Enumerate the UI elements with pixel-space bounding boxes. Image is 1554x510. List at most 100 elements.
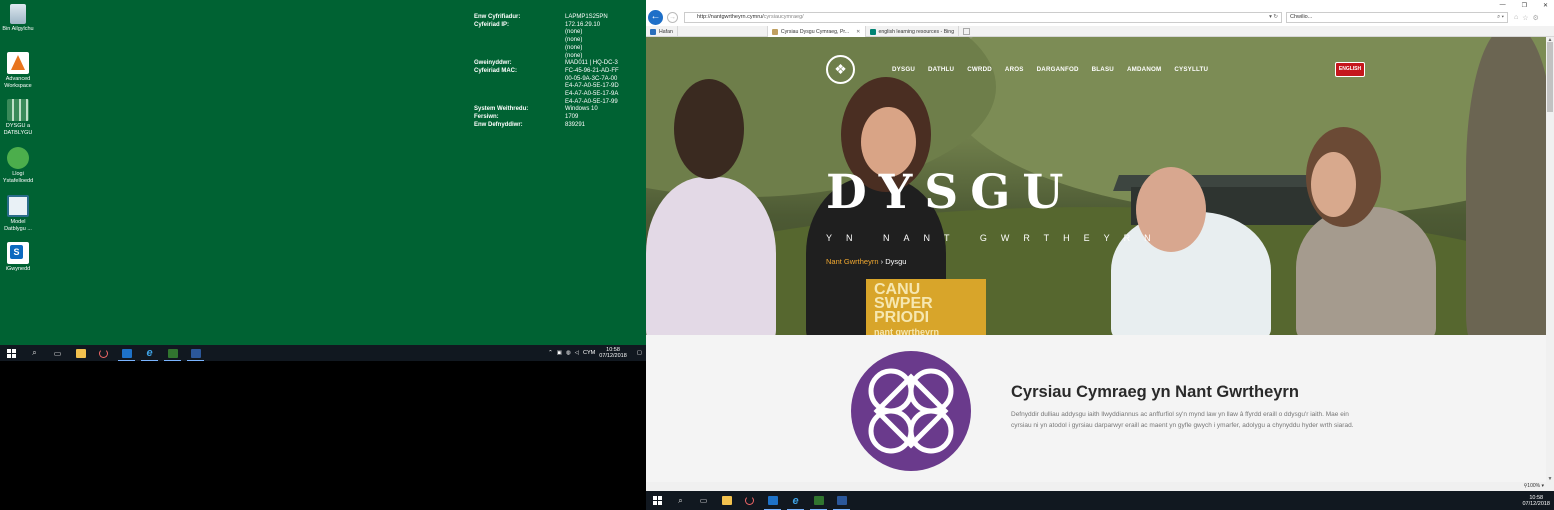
tab-label: Cyrsiau Dysgu Cymraeg, Pr... [780, 28, 850, 35]
notification-icon[interactable]: ▢ [637, 350, 642, 356]
info-key: Enw Defnyddiwr: [474, 121, 523, 128]
clock-date: 07/12/2018 [1522, 500, 1550, 507]
breadcrumb: Nant Gwrtheyrn › Dysgu [826, 257, 906, 266]
person-far-right [1466, 37, 1546, 335]
close-tab-icon[interactable]: ✕ [856, 27, 860, 37]
info-row: (none) [474, 53, 619, 61]
sharepoint-icon: S [7, 242, 29, 264]
nav-item-amdanom[interactable]: AMDANOM [1127, 66, 1161, 73]
close-icon[interactable]: ✕ [1543, 2, 1548, 9]
clock[interactable]: 10:58 07/12/2018 [1522, 495, 1550, 507]
info-value: 172.16.29.10 [565, 21, 601, 28]
nav-item-dathlu[interactable]: DATHLU [928, 66, 954, 73]
desktop-icon-igwynedd[interactable]: S iGwynedd [0, 242, 36, 273]
project-icon [813, 496, 824, 505]
zoom-control[interactable]: ⚲100% ▾ [1524, 483, 1544, 489]
language-indicator[interactable]: CYM [583, 350, 595, 356]
search-placeholder: Chwilio... [1290, 14, 1313, 20]
search-icon: ⌕ [32, 348, 37, 357]
system-tray: 10:58 07/12/2018 [1522, 495, 1554, 507]
chevron-up-icon[interactable]: ⌃ [548, 350, 553, 356]
task-view-button[interactable]: ▭ [692, 491, 715, 510]
info-value: E4-A7-A0-5E-17-9A [565, 91, 619, 98]
taskbar-outlook[interactable] [761, 491, 784, 510]
tab-label: english learning resources - Bing [878, 28, 955, 35]
nav-item-darganfod[interactable]: DARGANFOD [1037, 66, 1079, 73]
desktop-icon-dysgu-datblygu[interactable]: DYSGU a DATBLYGU [0, 99, 36, 137]
desktop-icon-recycle-bin[interactable]: Bin Ailgylchu [0, 4, 36, 33]
tab-hafan[interactable]: Hafan [646, 26, 678, 37]
nav-item-aros[interactable]: AROS [1005, 66, 1024, 73]
taskbar-loading-app[interactable] [92, 345, 115, 361]
arrow-left-icon: ← [650, 11, 661, 22]
tab-cyrsiau[interactable]: Cyrsiau Dysgu Cymraeg, Pr... ✕ [767, 26, 866, 37]
taskbar-file-explorer[interactable] [715, 491, 738, 510]
url-field[interactable]: http://nantgwrtheyrn.cymru/cyrsiaucymrae… [684, 12, 1282, 23]
windows-icon [7, 348, 16, 358]
taskbar-word[interactable] [830, 491, 853, 510]
gear-icon[interactable]: ⚙ [1533, 14, 1539, 22]
taskbar-internet-explorer[interactable]: e [138, 345, 161, 361]
taskbar-outlook[interactable] [115, 345, 138, 361]
search-button[interactable]: ⌕ [669, 491, 692, 510]
nav-item-blasu[interactable]: BLASU [1092, 66, 1114, 73]
info-key: Cyfeiriad MAC: [474, 67, 518, 74]
taskbar-project[interactable] [161, 345, 184, 361]
english-language-button[interactable]: ENGLISH [1335, 62, 1365, 77]
breadcrumb-home-link[interactable]: Nant Gwrtheyrn [826, 257, 879, 266]
arrow-right-icon: → [669, 14, 676, 21]
search-button[interactable]: ⌕ [23, 345, 46, 361]
network-icon[interactable]: ▣ [557, 350, 562, 356]
page-scrollbar[interactable]: ▲ ▼ [1546, 37, 1554, 482]
back-button[interactable]: ← [648, 10, 663, 25]
nav-item-dysgu[interactable]: DYSGU [892, 66, 915, 73]
volume-icon[interactable]: ◁ [575, 350, 579, 356]
desktop-icon-llogi[interactable]: Llogi Ystafelloedd [0, 147, 36, 185]
bing-icon [869, 28, 876, 35]
new-tab-button[interactable] [959, 26, 974, 37]
minimize-icon[interactable]: — [1500, 2, 1506, 9]
system-tray: ⌃ ▣ ◍ ◁ CYM 10:58 07/12/2018 ▢ [548, 347, 646, 359]
site-favicon-icon [650, 28, 656, 35]
taskbar-loading-app[interactable] [738, 491, 761, 510]
tab-strip: Hafan Cyrsiau Dysgu Cymraeg, Pr... ✕ engl… [646, 26, 1554, 37]
recycle-bin-icon [10, 4, 26, 24]
forward-button[interactable]: → [667, 12, 678, 23]
info-value: (none) [565, 29, 583, 36]
taskbar-project[interactable] [807, 491, 830, 510]
restore-icon[interactable]: ❐ [1522, 2, 1527, 9]
refresh-icon[interactable]: ▾ ↻ [1269, 13, 1278, 22]
info-value: MAD011 | HQ-DC-3 [565, 60, 618, 67]
nav-item-cwrdd[interactable]: CWRDD [967, 66, 992, 73]
desktop-icon-advanced-workspace[interactable]: Advanced Workspace [0, 52, 36, 90]
folder-icon [75, 348, 86, 358]
search-icon[interactable]: ⌕ ▾ [1497, 13, 1504, 22]
word-icon [190, 348, 201, 358]
info-key: Enw Cyfrifiadur: [474, 14, 521, 20]
word-icon [836, 496, 847, 505]
home-icon[interactable]: ⌂ [1514, 14, 1518, 22]
desktop-icon-model-datblygu[interactable]: Model Datblygu ... [0, 195, 36, 233]
status-bar: ⚲100% ▾ [646, 482, 1554, 491]
tab-bing[interactable]: english learning resources - Bing [866, 26, 960, 37]
taskbar-word[interactable] [184, 345, 207, 361]
clock[interactable]: 10:58 07/12/2018 [599, 347, 627, 359]
hero-subtitle: YN NANT GWRTHEYRN [826, 233, 1165, 243]
monitor-icon [7, 195, 29, 217]
site-logo[interactable]: ❖ [826, 55, 855, 84]
taskbar-internet-explorer[interactable]: e [784, 491, 807, 510]
start-button[interactable] [646, 491, 669, 510]
scrollbar-thumb[interactable] [1547, 42, 1553, 112]
favorites-icon[interactable]: ☆ [1522, 14, 1528, 22]
info-key: Gweinyddwr: [474, 60, 512, 67]
info-value: 839291 [565, 121, 586, 128]
task-view-button[interactable]: ▭ [46, 345, 69, 361]
nav-item-cysylltu[interactable]: CYSYLLTU [1174, 66, 1208, 73]
taskbar-file-explorer[interactable] [69, 345, 92, 361]
breadcrumb-current: Dysgu [885, 257, 907, 266]
info-key [474, 76, 565, 84]
info-row: E4-A7-A0-5E-17-9D [474, 83, 619, 91]
start-button[interactable] [0, 345, 23, 361]
globe-icon[interactable]: ◍ [566, 350, 571, 356]
search-input[interactable]: Chwilio... ⌕ ▾ [1286, 12, 1508, 23]
